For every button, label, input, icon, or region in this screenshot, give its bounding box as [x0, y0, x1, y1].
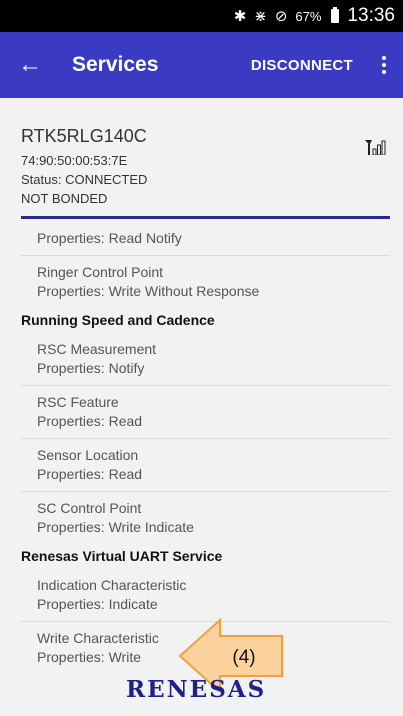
device-divider	[21, 216, 390, 219]
page-title: Services	[72, 53, 159, 76]
more-vertical-icon	[382, 56, 386, 74]
characteristic-name: Sensor Location	[37, 447, 139, 463]
do-not-disturb-icon: ⊘	[274, 7, 288, 25]
app-bar: ← Services DISCONNECT	[0, 32, 403, 98]
characteristic-properties: Properties: Write Indicate	[37, 519, 194, 535]
characteristic-properties: Properties: Notify	[37, 360, 145, 376]
bond-status: NOT BONDED	[21, 191, 108, 206]
back-arrow-icon: ←	[18, 51, 42, 78]
device-info: RTK5RLG140C 74:90:50:00:53:7E Status: CO…	[21, 126, 391, 208]
service-header: Running Speed and Cadence	[21, 312, 215, 328]
characteristic-properties: Properties: Read	[37, 466, 143, 482]
list-item[interactable]: RSC Measurement Properties: Notify	[21, 333, 390, 386]
characteristic-properties: Properties: Read	[37, 413, 143, 429]
characteristic-name: RSC Measurement	[37, 341, 157, 357]
characteristic-name: Ringer Control Point	[37, 264, 164, 280]
back-button[interactable]: ←	[0, 32, 60, 98]
device-address: 74:90:50:00:53:7E	[21, 153, 128, 168]
connection-status: Status: CONNECTED	[21, 172, 148, 187]
battery-icon	[331, 7, 340, 23]
renesas-logo: RENESAS	[126, 676, 267, 703]
list-item[interactable]: Sensor Location Properties: Read	[21, 439, 390, 492]
characteristic-name: RSC Feature	[37, 394, 119, 410]
status-time: 13:36	[347, 5, 395, 26]
list-item[interactable]: Ringer Control Point Properties: Write W…	[21, 256, 390, 308]
characteristic-properties: Properties: Read Notify	[37, 230, 182, 246]
vibrate-icon: ⋇	[254, 7, 267, 25]
overflow-menu-button[interactable]	[371, 32, 397, 98]
characteristic-properties: Properties: Indicate	[37, 596, 158, 612]
battery-percent: 67%	[295, 8, 322, 24]
bluetooth-icon: ✱	[233, 7, 247, 25]
list-item[interactable]: Properties: Read Notify	[21, 222, 390, 256]
characteristic-properties: Properties: Write Without Response	[37, 283, 260, 299]
services-list[interactable]: Properties: Read Notify Ringer Control P…	[21, 222, 390, 674]
signal-strength-icon	[365, 140, 386, 155]
list-item[interactable]: Indication Characteristic Properties: In…	[21, 569, 390, 622]
status-bar: ✱ ⋇ ⊘ 67% 13:36	[0, 0, 403, 32]
characteristic-name: Indication Characteristic	[37, 577, 187, 593]
characteristic-name: SC Control Point	[37, 500, 142, 516]
list-item[interactable]: RSC Feature Properties: Read	[21, 386, 390, 439]
annotation-label: (4)	[232, 647, 255, 668]
service-header: Renesas Virtual UART Service	[21, 548, 223, 564]
disconnect-button[interactable]: DISCONNECT	[251, 57, 353, 74]
device-name: RTK5RLG140C	[21, 126, 147, 146]
list-item[interactable]: SC Control Point Properties: Write Indic…	[21, 492, 390, 544]
